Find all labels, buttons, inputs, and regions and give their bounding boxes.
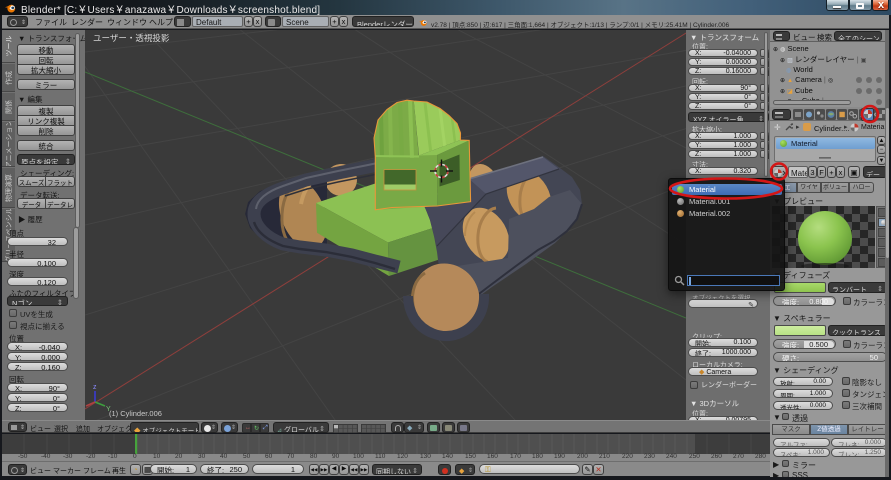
svg-text:(1) Cylinder.006: (1) Cylinder.006 [109,409,162,418]
svg-text:ユーザー・透視投影: ユーザー・透視投影 [93,33,170,43]
svg-text:Y: Y [106,406,111,413]
svg-text:z: z [93,384,97,391]
